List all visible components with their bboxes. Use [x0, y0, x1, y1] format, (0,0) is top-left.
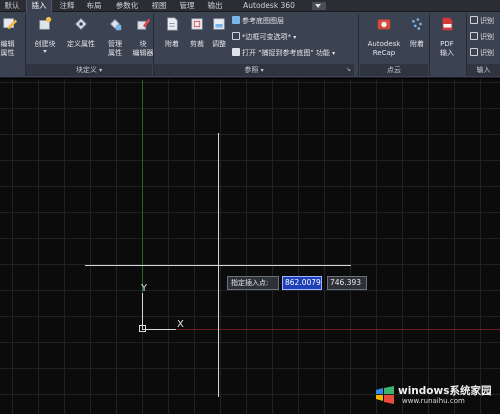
tab-autodesk-360[interactable]: Autodesk 360 — [232, 0, 306, 12]
frame-variable-dropdown[interactable]: *边框可变选项* ▾ — [232, 32, 296, 43]
windows-logo-icon — [376, 386, 394, 404]
chevron-down-icon: ▾ — [293, 34, 297, 41]
import-panel-label: 输入 — [476, 66, 491, 74]
tab-layout[interactable]: 布局 — [82, 0, 106, 12]
block-definition-panel-title[interactable]: 块定义 ▾ — [26, 64, 152, 76]
define-attribute-icon — [75, 18, 87, 30]
tab-output[interactable]: 输出 — [203, 0, 227, 12]
pointcloud-attach-icon — [412, 18, 422, 30]
chevron-down-icon: ▾ — [332, 50, 336, 57]
tab-manage[interactable]: 管理 — [174, 0, 200, 12]
create-block-icon — [39, 16, 52, 30]
snap-underlay-dropdown[interactable]: 打开 "捕捉到参考底图" 功能 ▾ — [232, 48, 335, 59]
pdf-import-button[interactable]: PDF 输入 — [430, 14, 464, 62]
recap-icon — [377, 19, 391, 30]
create-block-button[interactable]: 创建块 — [28, 14, 62, 62]
crosshair-horizontal — [85, 265, 351, 266]
pdf-icon — [442, 17, 453, 31]
snap-underlay-quoted: "捕捉到参考底图" — [258, 49, 314, 57]
panel-launcher-icon[interactable]: ↘ — [346, 64, 351, 76]
pointcloud-panel-label: 点云 — [387, 66, 401, 74]
reference-panel-label: 参照 — [244, 66, 259, 74]
pointcloud-panel-title[interactable]: 点云 — [360, 64, 428, 76]
autodesk-recap-button[interactable]: Autodesk ReCap — [364, 14, 404, 62]
world-x-axis — [176, 329, 500, 330]
snap-icon — [232, 48, 240, 56]
ucs-x-label: X — [177, 319, 184, 330]
tab-default[interactable]: 默认 — [0, 0, 24, 12]
ucs-origin-icon — [139, 325, 146, 332]
snap-underlay-prefix: 打开 — [242, 49, 256, 57]
recognize-label-1: 识别 — [480, 17, 494, 25]
adjust-icon — [213, 18, 225, 30]
import-panel-title[interactable]: 输入 — [467, 64, 500, 76]
dynamic-input-prompt: 指定插入点: — [227, 276, 279, 290]
block-editor-icon — [137, 18, 151, 30]
watermark-title: windows系统家园 — [398, 385, 492, 397]
adjust-button[interactable]: 调整 — [202, 14, 236, 62]
recognize-icon — [470, 32, 478, 40]
ucs-x-arm — [142, 329, 176, 330]
tab-parametric[interactable]: 参数化 — [110, 0, 144, 12]
ribbon-separator — [358, 14, 359, 76]
chevron-down-icon: ▾ — [260, 67, 264, 74]
tab-overflow-button[interactable] — [312, 2, 326, 10]
drawing-canvas[interactable] — [0, 79, 500, 414]
recognize-row-1[interactable]: 识别 — [470, 16, 494, 27]
watermark: windows系统家园 www.runaihu.com — [374, 380, 498, 410]
tab-view[interactable]: 视图 — [147, 0, 171, 12]
underlay-layers-label: 参考底图图层 — [242, 17, 284, 25]
attach-icon — [167, 17, 178, 31]
manage-attribute-icon — [109, 18, 122, 31]
dynamic-input-x-field[interactable]: 862.0079 — [282, 276, 322, 290]
frame-icon — [232, 32, 240, 40]
recognize-label-3: 识别 — [480, 49, 494, 57]
recognize-label-2: 识别 — [480, 33, 494, 41]
ucs-y-arm — [142, 293, 143, 329]
block-definition-panel-label: 块定义 — [75, 66, 97, 74]
dynamic-input-y-field[interactable]: 746.393 — [327, 276, 367, 290]
watermark-url: www.runaihu.com — [402, 397, 465, 405]
reference-panel-title[interactable]: 参照 ▾ ↘ — [154, 64, 354, 76]
edit-attribute-icon — [3, 18, 18, 30]
chevron-down-icon — [43, 50, 47, 55]
chevron-down-icon: ▾ — [99, 67, 103, 74]
snap-underlay-suffix: 功能 — [315, 49, 330, 57]
edit-attribute-label: 编辑 属性 — [0, 40, 15, 57]
recognize-row-3[interactable]: 识别 — [470, 48, 494, 59]
underlay-layers-button[interactable]: 参考底图图层 — [232, 16, 284, 27]
layers-icon — [232, 16, 240, 24]
recognize-row-2[interactable]: 识别 — [470, 32, 494, 43]
frame-variable-label: *边框可变选项* — [242, 33, 291, 41]
pdf-import-label: PDF 输入 — [440, 40, 454, 57]
recognize-icon — [470, 16, 478, 24]
tab-insert[interactable]: 插入 — [26, 0, 52, 12]
tab-annotate[interactable]: 注释 — [55, 0, 79, 12]
ribbon-tab-bar: 默认 插入 注释 布局 参数化 视图 管理 输出 Autodesk 360 — [0, 0, 500, 12]
ucs-y-label: Y — [141, 283, 148, 294]
recognize-icon — [470, 48, 478, 56]
world-y-axis — [142, 80, 143, 292]
define-attribute-button[interactable]: 定义属性 — [64, 14, 98, 62]
